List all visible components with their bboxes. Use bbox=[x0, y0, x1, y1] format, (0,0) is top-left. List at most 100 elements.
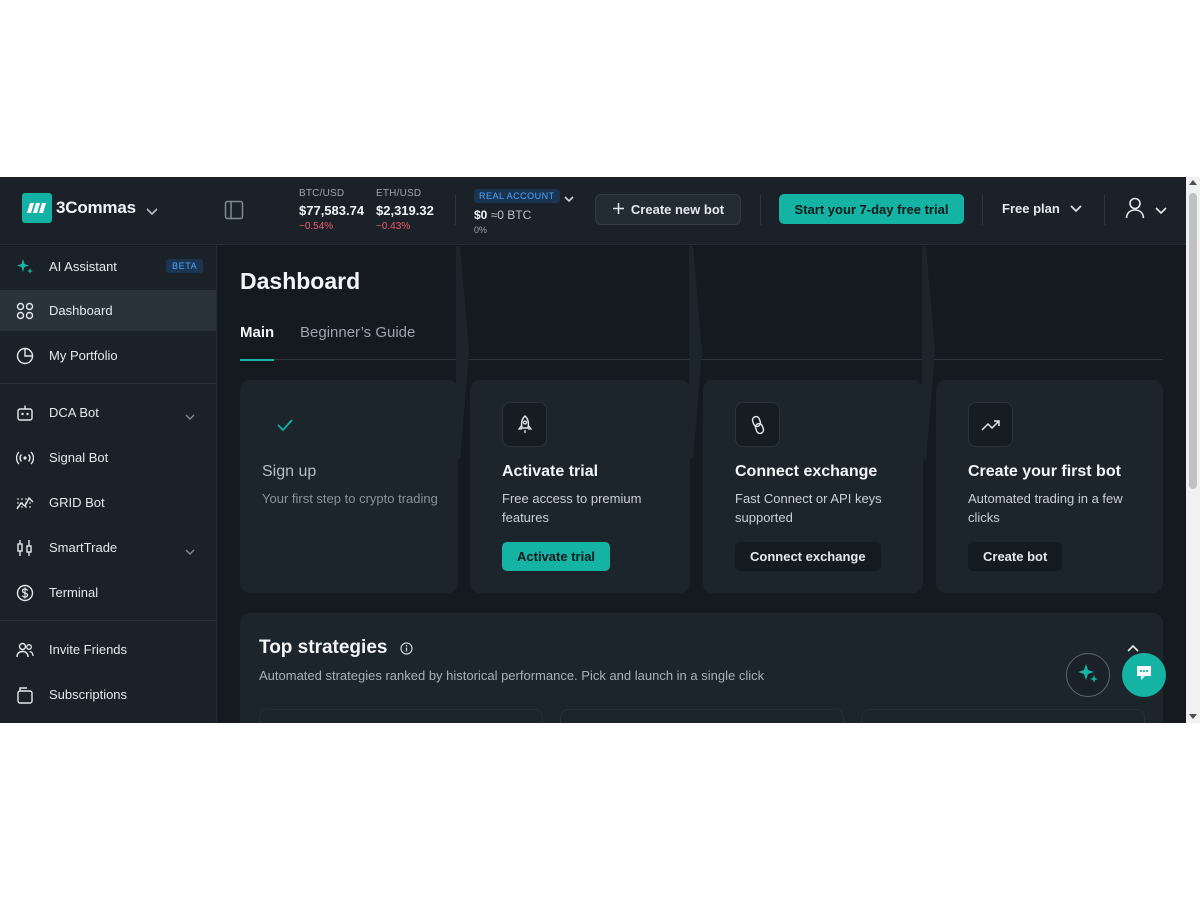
scroll-up-arrow-icon[interactable] bbox=[1189, 180, 1197, 185]
section-subtitle: Automated strategies ranked by historica… bbox=[259, 668, 765, 683]
plan-selector[interactable]: Free plan bbox=[1002, 201, 1082, 216]
sidebar-item-invite-friends[interactable]: Invite Friends bbox=[0, 629, 216, 670]
sidebar-divider bbox=[0, 620, 216, 621]
step-title: Sign up bbox=[262, 463, 317, 480]
signal-icon bbox=[15, 449, 35, 467]
sidebar-item-label: AI Assistant bbox=[49, 259, 117, 274]
account-type-badge: REAL ACCOUNT bbox=[474, 189, 560, 203]
main-content: Dashboard Main Beginner’s Guide Sign up … bbox=[218, 246, 1186, 723]
page-title: Dashboard bbox=[240, 268, 361, 294]
sidebar-divider bbox=[0, 383, 216, 384]
start-trial-button[interactable]: Start your 7-day free trial bbox=[779, 194, 964, 224]
sidebar-item-smarttrade[interactable]: SmartTrade bbox=[0, 527, 216, 568]
plan-label: Free plan bbox=[1002, 201, 1060, 216]
step-title: Create your first bot bbox=[968, 463, 1121, 480]
scrollbar-thumb[interactable] bbox=[1189, 193, 1197, 489]
step-card-sign-up: Sign up Your first step to crypto tradin… bbox=[240, 380, 458, 593]
sidebar-item-my-portfolio[interactable]: My Portfolio bbox=[0, 335, 216, 376]
sidebar-item-grid-bot[interactable]: GRID Bot bbox=[0, 482, 216, 523]
ticker-change: −0.54% bbox=[299, 221, 334, 232]
chevron-down-icon[interactable] bbox=[185, 543, 195, 561]
chat-bubble-icon bbox=[1135, 664, 1153, 687]
step-connector-arrow bbox=[922, 246, 935, 459]
pie-chart-icon bbox=[16, 347, 34, 365]
plan-chevron-down-icon bbox=[1070, 201, 1082, 216]
robot-icon bbox=[16, 404, 34, 422]
scroll-down-arrow-icon[interactable] bbox=[1189, 714, 1197, 719]
sidebar-item-label: Terminal bbox=[49, 585, 99, 600]
ticker-price: $77,583.74 bbox=[299, 203, 365, 218]
create-bot-button[interactable]: Create bot bbox=[968, 542, 1063, 571]
coin-icon bbox=[16, 584, 34, 602]
sidebar-item-label: GRID Bot bbox=[49, 495, 105, 510]
wallet-icon bbox=[16, 686, 34, 704]
sidebar-item-label: DCA Bot bbox=[49, 405, 99, 420]
sidebar-item-ai-assistant[interactable]: AI Assistant BETA bbox=[0, 246, 216, 287]
header-divider bbox=[760, 195, 761, 225]
ai-assistant-fab[interactable] bbox=[1066, 653, 1110, 697]
sidebar-item-label: Dashboard bbox=[49, 303, 113, 318]
header-divider bbox=[455, 195, 456, 225]
section-title: Top strategies bbox=[259, 637, 388, 658]
account-chevron-down-icon[interactable] bbox=[564, 190, 574, 208]
sidebar-item-signal-bot[interactable]: Signal Bot bbox=[0, 437, 216, 478]
activate-trial-button[interactable]: Activate trial bbox=[502, 542, 611, 571]
users-icon bbox=[16, 641, 34, 659]
step-card-activate-trial: Activate trial Free access to premium fe… bbox=[470, 380, 690, 593]
strategy-card[interactable] bbox=[259, 709, 543, 723]
sidebar-item-label: Subscriptions bbox=[49, 687, 128, 702]
support-chat-fab[interactable] bbox=[1122, 653, 1166, 697]
ticker-btc[interactable]: BTC/USD $77,583.74 −0.54% bbox=[299, 188, 364, 232]
grid-chart-icon bbox=[16, 494, 34, 512]
step-title: Activate trial bbox=[502, 463, 599, 480]
step-description: Automated trading in a few clicks bbox=[968, 491, 1123, 525]
check-icon bbox=[262, 402, 307, 447]
sidebar-item-terminal[interactable]: Terminal bbox=[0, 572, 216, 613]
create-new-bot-label: Create new bot bbox=[630, 202, 725, 217]
connect-exchange-button[interactable]: Connect exchange bbox=[735, 542, 881, 571]
ticker-pair: BTC/USD bbox=[299, 188, 345, 199]
step-description: Fast Connect or API keys supported bbox=[735, 491, 882, 525]
create-new-bot-button[interactable]: Create new bot bbox=[595, 194, 741, 225]
sidebar-item-label: Invite Friends bbox=[49, 642, 128, 657]
sidebar-item-dca-bot[interactable]: DCA Bot bbox=[0, 392, 216, 433]
sidebar: AI Assistant BETA Dashboard My Portfolio… bbox=[0, 246, 217, 723]
ticker-eth[interactable]: ETH/USD $2,319.32 −0.43% bbox=[376, 188, 434, 232]
account-selector[interactable]: REAL ACCOUNT $0 ≈0 BTC 0% bbox=[474, 186, 574, 235]
sidebar-item-label: Signal Bot bbox=[49, 450, 109, 465]
step-description: Free access to premium features bbox=[502, 491, 642, 525]
info-icon[interactable] bbox=[400, 642, 413, 660]
app-window: 3Commas BTC/USD $77,583.74 −0.54% ETH/US… bbox=[0, 177, 1200, 723]
top-strategies-panel: Top strategies Automated strategies rank… bbox=[240, 613, 1163, 723]
account-balance-btc: ≈0 BTC bbox=[490, 208, 532, 222]
tab-main[interactable]: Main bbox=[240, 324, 275, 361]
sidebar-toggle-icon[interactable] bbox=[224, 200, 244, 225]
tab-beginners-guide[interactable]: Beginner’s Guide bbox=[300, 324, 415, 360]
candlestick-icon bbox=[16, 539, 34, 557]
page-scrollbar[interactable] bbox=[1186, 177, 1200, 723]
rocket-icon bbox=[502, 402, 547, 447]
brand-menu-chevron-down-icon[interactable] bbox=[146, 203, 158, 221]
header-divider bbox=[982, 195, 983, 225]
step-title: Connect exchange bbox=[735, 463, 878, 480]
brand-name: 3Commas bbox=[56, 198, 136, 217]
user-icon bbox=[1125, 197, 1145, 224]
chevron-down-icon[interactable] bbox=[185, 408, 195, 426]
sparkle-icon bbox=[1077, 662, 1099, 689]
strategy-card[interactable] bbox=[560, 709, 844, 723]
account-balance-usd: $0 bbox=[474, 208, 488, 222]
ticker-price: $2,319.32 bbox=[376, 203, 434, 218]
ticker-pair: ETH/USD bbox=[376, 188, 422, 199]
grid-icon bbox=[16, 302, 34, 320]
strategy-card[interactable] bbox=[861, 709, 1145, 723]
sidebar-item-subscriptions[interactable]: Subscriptions bbox=[0, 674, 216, 715]
step-connector-arrow bbox=[689, 246, 702, 459]
brand-logo[interactable]: 3Commas bbox=[22, 193, 136, 223]
link-icon bbox=[735, 402, 780, 447]
user-menu[interactable] bbox=[1125, 197, 1167, 224]
account-balance: $0 ≈0 BTC bbox=[474, 208, 560, 222]
header-divider bbox=[1104, 195, 1105, 225]
sparkle-icon bbox=[16, 258, 34, 276]
sidebar-item-dashboard[interactable]: Dashboard bbox=[0, 290, 216, 331]
ticker-change: −0.43% bbox=[376, 221, 411, 232]
